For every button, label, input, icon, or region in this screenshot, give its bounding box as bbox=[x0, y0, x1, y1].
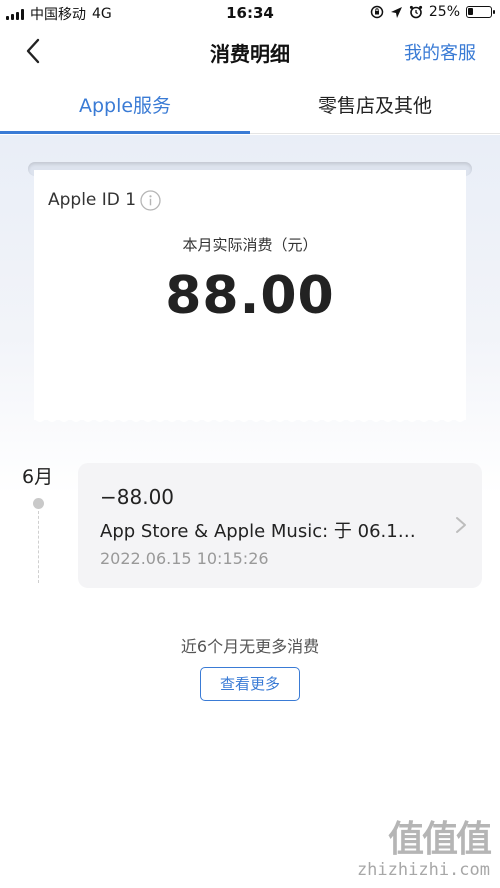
status-right: 25% bbox=[370, 4, 495, 20]
battery-icon bbox=[466, 6, 495, 18]
account-label: Apple ID 1 bbox=[48, 190, 137, 210]
customer-service-link[interactable]: 我的客服 bbox=[404, 39, 476, 65]
location-icon bbox=[390, 6, 402, 18]
transaction-card[interactable]: −88.00 App Store & Apple Music: 于 06.1… … bbox=[78, 463, 482, 588]
rotation-lock-icon bbox=[370, 5, 384, 19]
battery-percent: 25% bbox=[428, 4, 460, 20]
watermark-url: zhizhizhi.com bbox=[356, 860, 490, 880]
monthly-spend-label: 本月实际消费（元） bbox=[182, 236, 318, 254]
transaction-time: 2022.06.15 10:15:26 bbox=[100, 549, 269, 568]
month-label: 6月 bbox=[22, 466, 54, 488]
timeline-line bbox=[38, 511, 39, 583]
no-more-text: 近6个月无更多消费 bbox=[180, 637, 320, 656]
tab-retail-and-other[interactable]: 零售店及其他 bbox=[250, 82, 500, 134]
view-more-button[interactable]: 查看更多 bbox=[200, 667, 300, 701]
monthly-spend-amount: 88.00 bbox=[165, 266, 335, 326]
chevron-right-icon bbox=[456, 517, 466, 533]
tab-bar: Apple服务 零售店及其他 bbox=[0, 82, 500, 134]
tab-apple-services[interactable]: Apple服务 bbox=[0, 82, 250, 134]
info-icon[interactable] bbox=[140, 190, 161, 211]
nav-bar: 消费明细 我的客服 bbox=[0, 26, 500, 76]
watermark-logo: 值值值 bbox=[387, 819, 492, 860]
alarm-icon bbox=[409, 5, 422, 19]
watermark: 值值值 zhizhizhi.com bbox=[356, 819, 492, 881]
transaction-amount: −88.00 bbox=[100, 485, 175, 509]
active-tab-indicator bbox=[0, 131, 250, 134]
transaction-description: App Store & Apple Music: 于 06.1… bbox=[100, 521, 416, 542]
status-bar: 中国移动 4G 16:34 25% bbox=[0, 0, 500, 26]
receipt-torn-edge bbox=[34, 412, 466, 422]
receipt-card: Apple ID 1 本月实际消费（元） 88.00 bbox=[34, 170, 466, 420]
timeline-dot bbox=[33, 498, 44, 509]
